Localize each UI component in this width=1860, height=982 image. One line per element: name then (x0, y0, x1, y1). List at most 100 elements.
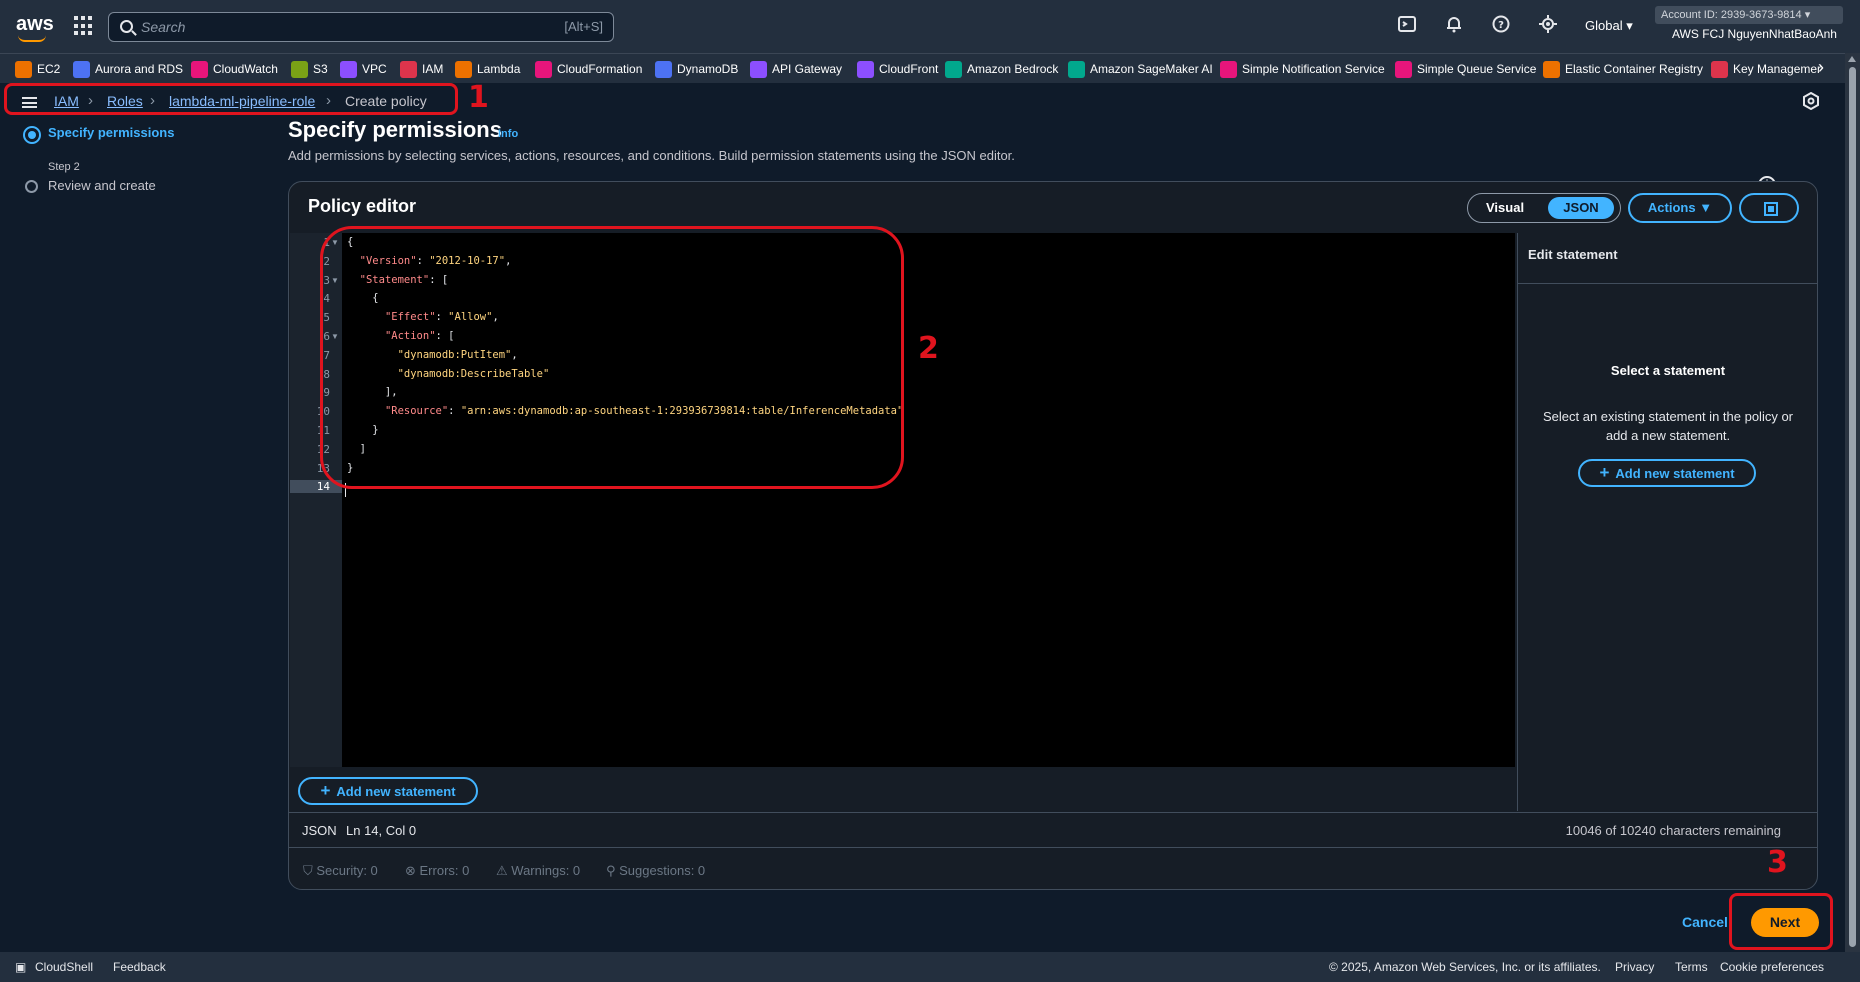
suggestions-check[interactable]: ⚲ Suggestions: 0 (606, 863, 705, 879)
service-icon (945, 60, 962, 78)
favorite-label: EC2 (37, 62, 61, 76)
favorite-api-gateway[interactable]: API Gateway (750, 60, 842, 78)
region-selector[interactable]: Global ▾ (1585, 18, 1633, 34)
favorite-simple-notification-service[interactable]: Simple Notification Service (1220, 60, 1385, 78)
step-2-label[interactable]: Review and create (48, 178, 156, 193)
annotation-box-3 (1729, 893, 1833, 950)
service-icon (857, 60, 874, 78)
cloudshell-link[interactable]: CloudShell (35, 960, 93, 974)
service-icon (1395, 60, 1412, 78)
favorites-scroll-right-icon[interactable]: › (1818, 57, 1824, 78)
page-scrollbar[interactable] (1845, 53, 1860, 952)
status-mode: JSON (302, 823, 337, 838)
favorite-cloudwatch[interactable]: CloudWatch (191, 60, 278, 78)
cookie-preferences-link[interactable]: Cookie preferences (1720, 960, 1824, 974)
search-shortcut: [Alt+S] (564, 19, 603, 34)
service-icon (455, 60, 472, 78)
service-icon (1711, 60, 1728, 78)
favorite-label: Elastic Container Registry (1565, 62, 1704, 76)
warnings-check[interactable]: ⚠ Warnings: 0 (496, 863, 580, 879)
favorite-label: Amazon SageMaker AI (1090, 62, 1213, 76)
favorite-label: Key Managemer (1733, 62, 1822, 76)
lightbulb-icon: ⚲ (606, 863, 620, 878)
favorite-s3[interactable]: S3 (291, 60, 328, 78)
favorite-amazon-bedrock[interactable]: Amazon Bedrock (945, 60, 1058, 78)
favorite-aurora-and-rds[interactable]: Aurora and RDS (73, 60, 183, 78)
add-new-statement-button-side[interactable]: + Add new statement (1578, 459, 1756, 487)
scrollbar-thumb[interactable] (1849, 67, 1856, 947)
account-id-badge[interactable]: Account ID: 2939-3673-9814 ▾ (1655, 6, 1843, 24)
favorite-label: Lambda (477, 62, 521, 76)
step-2-number: Step 2 (48, 161, 80, 173)
favorite-dynamodb[interactable]: DynamoDB (655, 60, 738, 78)
feedback-link[interactable]: Feedback (113, 960, 166, 974)
cloudshell-icon[interactable] (1396, 15, 1418, 37)
console-footer: ▣ CloudShell Feedback © 2025, Amazon Web… (0, 952, 1860, 982)
cancel-button[interactable]: Cancel (1682, 914, 1728, 930)
add-new-statement-button[interactable]: + Add new statement (298, 777, 478, 805)
cursor-position: Ln 14, Col 0 (346, 823, 417, 838)
info-link[interactable]: Info (498, 128, 518, 140)
service-icon (750, 60, 767, 78)
search-placeholder: Search (141, 19, 186, 35)
cloudshell-icon[interactable]: ▣ (15, 960, 26, 974)
editor-status-bar: JSON Ln 14, Col 0 10046 of 10240 charact… (289, 812, 1817, 848)
favorite-label: DynamoDB (677, 62, 739, 76)
favorite-cloudfront[interactable]: CloudFront (857, 60, 938, 78)
svg-text:?: ? (1498, 20, 1504, 31)
scroll-up-icon[interactable] (1848, 56, 1856, 62)
annotation-number-2: 2 (918, 331, 939, 366)
select-statement-description: Select an existing statement in the poli… (1542, 409, 1794, 443)
favorite-elastic-container-registry[interactable]: Elastic Container Registry (1543, 60, 1703, 78)
add-new-statement-label: Add new statement (1615, 465, 1735, 481)
service-icon (340, 60, 357, 78)
favorite-lambda[interactable]: Lambda (455, 60, 520, 78)
service-icon (191, 60, 208, 78)
step-1-indicator-icon (23, 126, 41, 144)
favorite-simple-queue-service[interactable]: Simple Queue Service (1395, 60, 1536, 78)
favorite-label: VPC (362, 62, 387, 76)
top-navigation-bar: aws Search [Alt+S] ? Global ▾ Account ID… (0, 0, 1860, 53)
service-icon (655, 60, 672, 78)
page-title: Specify permissions (288, 117, 502, 142)
divider (1518, 283, 1818, 284)
favorite-vpc[interactable]: VPC (340, 60, 387, 78)
service-icon (535, 60, 552, 78)
favorite-key-managemer[interactable]: Key Managemer (1711, 60, 1821, 78)
actions-dropdown-button[interactable]: Actions ▼ (1628, 193, 1732, 223)
services-menu-icon[interactable] (74, 16, 94, 36)
service-icon (1068, 60, 1085, 78)
shield-icon: ⛉ (303, 863, 317, 878)
search-input[interactable]: Search [Alt+S] (108, 12, 614, 42)
edit-statement-title: Edit statement (1528, 247, 1618, 262)
editor-mode-toggle: Visual JSON (1467, 193, 1621, 223)
security-check[interactable]: ⛉ Security: 0 (303, 863, 378, 879)
favorites-bar: EC2 Aurora and RDS CloudWatch S3 VPC IAM Lambd… (0, 53, 1860, 83)
favorite-amazon-sagemaker-ai[interactable]: Amazon SageMaker AI (1068, 60, 1213, 78)
json-mode-button[interactable]: JSON (1548, 197, 1614, 219)
privacy-link[interactable]: Privacy (1615, 960, 1654, 974)
favorite-iam[interactable]: IAM (400, 60, 443, 78)
step-2-indicator-icon (25, 180, 38, 193)
settings-gear-icon[interactable] (1537, 15, 1559, 37)
step-1-label[interactable]: Specify permissions (48, 125, 174, 140)
favorite-label: Simple Queue Service (1417, 62, 1537, 76)
terms-link[interactable]: Terms (1675, 960, 1708, 974)
warning-icon: ⚠ (496, 863, 512, 878)
fullscreen-icon[interactable] (1739, 193, 1799, 223)
page-description: Add permissions by selecting services, a… (288, 148, 1015, 163)
user-menu[interactable]: AWS FCJ NguyenNhatBaoAnh (1672, 27, 1837, 41)
plus-icon: + (1599, 463, 1610, 482)
visual-mode-button[interactable]: Visual (1486, 200, 1524, 215)
add-new-statement-label: Add new statement (336, 783, 456, 799)
copyright-text: © 2025, Amazon Web Services, Inc. or its… (1329, 960, 1601, 974)
help-icon[interactable]: ? (1490, 15, 1512, 37)
notifications-bell-icon[interactable] (1443, 15, 1465, 37)
errors-check[interactable]: ⊗ Errors: 0 (405, 863, 469, 879)
hexagon-settings-icon[interactable] (1800, 91, 1822, 114)
favorite-cloudformation[interactable]: CloudFormation (535, 60, 642, 78)
error-icon: ⊗ (405, 863, 420, 878)
service-icon (1220, 60, 1237, 78)
favorite-ec2[interactable]: EC2 (15, 60, 60, 78)
aws-logo[interactable]: aws (16, 13, 54, 42)
